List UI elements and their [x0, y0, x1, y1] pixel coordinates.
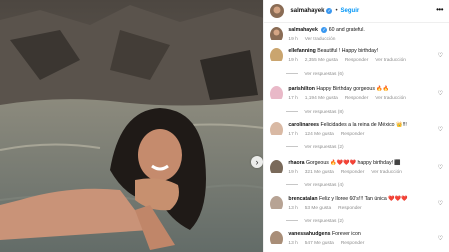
caption-time: 19 h [288, 37, 298, 42]
view-replies-link[interactable]: Ver respuestas (6) [286, 72, 343, 77]
avatar[interactable] [270, 4, 285, 18]
reply-button[interactable]: Responder [345, 96, 368, 101]
comment-time: 19 h [288, 58, 298, 63]
verified-icon: ✓ [321, 27, 328, 33]
separator: • [335, 8, 338, 14]
avatar[interactable] [270, 86, 284, 102]
view-replies-link[interactable]: Ver respuestas (8) [286, 110, 343, 115]
verified-icon: ✓ [326, 8, 333, 14]
comment-likes[interactable]: 547 Me gusta [305, 241, 334, 246]
next-arrow-button[interactable]: › [251, 156, 263, 168]
reply-button[interactable]: Responder [341, 170, 364, 175]
more-options-icon[interactable]: ••• [436, 5, 443, 14]
comments-panel: salmahayek ✓ • Seguir ••• salmahayek ✓ 6… [263, 0, 449, 252]
comment-username[interactable]: parishilton [288, 86, 315, 92]
comment-likes[interactable]: 2,355 Me gusta [305, 58, 338, 63]
like-heart-icon[interactable]: ♡ [438, 52, 443, 59]
like-heart-icon[interactable]: ♡ [438, 200, 443, 207]
caption-username[interactable]: salmahayek [288, 27, 317, 33]
avatar[interactable] [270, 48, 284, 64]
comment-item: ellefanning Beautiful ! Happy birthday! … [270, 48, 449, 64]
comment-text: Felicidades a la reina de México 👑!!! [320, 122, 407, 128]
comment-username[interactable]: ellefanning [288, 48, 315, 54]
comment-text: Gorgeous 🔥❤️❤️❤️ happy birthday! ⬛ [306, 160, 401, 166]
like-heart-icon[interactable]: ♡ [438, 164, 443, 171]
reply-button[interactable]: Responder [341, 132, 364, 137]
comment-likes[interactable]: 124 Me gusta [305, 132, 334, 137]
comment-time: 13 h [288, 206, 298, 211]
avatar[interactable] [270, 196, 284, 212]
reply-button[interactable]: Responder [345, 58, 368, 63]
comment-username[interactable]: rhaora [288, 160, 304, 166]
view-replies-link[interactable]: Ver respuestas (4) [286, 183, 343, 188]
avatar[interactable] [270, 27, 284, 43]
view-replies-link[interactable]: Ver respuestas (2) [286, 145, 343, 150]
comment-likes[interactable]: 321 Me gusta [305, 170, 334, 175]
like-heart-icon[interactable]: ♡ [438, 235, 443, 242]
comment-item: vanessahudgens Forever icon 13 h 547 Me g… [270, 231, 449, 247]
comment-time: 13 h [288, 241, 298, 246]
comment-username[interactable]: brencatalan [288, 196, 317, 202]
comment-text: Happy Birthday gorgeous 🔥🔥 [316, 86, 390, 92]
post-username[interactable]: salmahayek [290, 8, 324, 14]
comment-time: 17 h [288, 132, 298, 137]
avatar[interactable] [270, 122, 284, 138]
comment-item: parishilton Happy Birthday gorgeous 🔥🔥 1… [270, 86, 449, 102]
reply-button[interactable]: Responder [341, 241, 364, 246]
comment-item: brencatalan Feliz y lloree 60's!!! Tan ú… [270, 196, 449, 212]
post-image: › [0, 0, 264, 252]
comment-username[interactable]: carolinarees [288, 122, 319, 128]
comment-likes[interactable]: 1,194 Me gusta [305, 96, 338, 101]
translate-link[interactable]: Ver traducción [305, 37, 336, 42]
translate-link[interactable]: Ver traducción [375, 58, 406, 63]
follow-button[interactable]: Seguir [341, 8, 360, 14]
translate-link[interactable]: Ver traducción [375, 96, 406, 101]
caption: salmahayek ✓ 60 and grateful. 19 h Ver tr… [270, 27, 449, 43]
comment-likes[interactable]: 53 Me gusta [305, 206, 331, 211]
comment-text: Forever icon [331, 231, 361, 237]
comment-time: 19 h [288, 170, 298, 175]
post-header: salmahayek ✓ • Seguir ••• [264, 0, 449, 23]
comment-time: 17 h [288, 96, 298, 101]
avatar[interactable] [270, 231, 284, 247]
like-heart-icon[interactable]: ♡ [438, 126, 443, 133]
comment-item: carolinarees Felicidades a la reina de M… [270, 122, 449, 138]
avatar[interactable] [270, 160, 284, 176]
comment-username[interactable]: vanessahudgens [288, 231, 330, 237]
comment-item: rhaora Gorgeous 🔥❤️❤️❤️ happy birthday! … [270, 160, 449, 176]
like-heart-icon[interactable]: ♡ [438, 90, 443, 97]
comment-text: Beautiful ! Happy birthday! [317, 48, 379, 54]
reply-button[interactable]: Responder [338, 206, 361, 211]
translate-link[interactable]: Ver traducción [371, 170, 402, 175]
view-replies-link[interactable]: Ver respuestas (2) [286, 219, 343, 224]
caption-text: 60 and grateful. [328, 27, 365, 33]
comment-text: Feliz y lloree 60's!!! Tan única ❤️❤️❤️ [318, 196, 408, 202]
